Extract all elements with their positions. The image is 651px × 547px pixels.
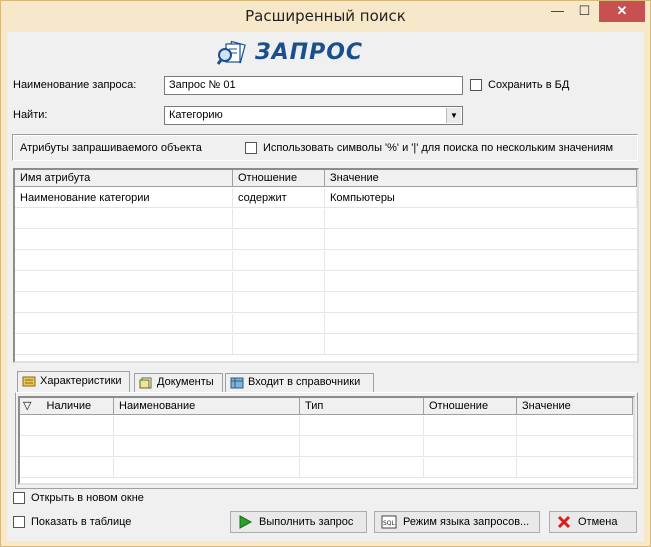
characteristics-panel: ▽ Наличие Наименование Тип Отношение Зна… bbox=[15, 392, 638, 489]
column-header-availability[interactable]: ▽ Наличие bbox=[20, 398, 114, 415]
attributes-table[interactable]: Имя атрибута Отношение Значение Наименов… bbox=[13, 168, 639, 363]
table-row[interactable] bbox=[15, 251, 637, 271]
svg-text:SQL: SQL bbox=[383, 520, 396, 527]
cancel-button[interactable]: Отмена bbox=[549, 511, 637, 533]
logo-title: ЗАПРОС bbox=[255, 40, 364, 65]
table-row[interactable] bbox=[20, 416, 633, 436]
column-header-type[interactable]: Тип bbox=[300, 398, 424, 415]
query-language-mode-label: Режим языка запросов... bbox=[403, 516, 530, 528]
minimize-button[interactable]: — bbox=[544, 1, 571, 22]
column-header-availability-label: Наличие bbox=[46, 400, 92, 412]
relation-cell[interactable]: содержит bbox=[233, 188, 325, 208]
title-bar[interactable]: Расширенный поиск — ☐ ✕ bbox=[1, 1, 650, 32]
magnifier-docs-icon bbox=[217, 40, 246, 65]
tab-characteristics-label: Характеристики bbox=[40, 375, 122, 387]
tab-catalogs[interactable]: Входит в справочники bbox=[225, 373, 374, 392]
characteristics-icon bbox=[22, 376, 36, 387]
sql-icon: SQL bbox=[381, 515, 397, 529]
column-header-value[interactable]: Значение bbox=[517, 398, 633, 415]
table-row[interactable] bbox=[15, 314, 637, 334]
column-header-name[interactable]: Наименование bbox=[114, 398, 300, 415]
chevron-down-icon[interactable]: ▼ bbox=[446, 108, 461, 123]
wildcard-checkbox[interactable] bbox=[245, 142, 257, 154]
find-select[interactable]: Категорию ▼ bbox=[164, 106, 463, 125]
tab-catalogs-label: Входит в справочники bbox=[248, 376, 361, 388]
open-new-window-label: Открыть в новом окне bbox=[31, 492, 144, 504]
table-row[interactable] bbox=[15, 230, 637, 250]
attributes-group-label: Атрибуты запрашиваемого объекта bbox=[20, 142, 202, 154]
column-header-relation[interactable]: Отношение bbox=[424, 398, 517, 415]
column-header-value[interactable]: Значение bbox=[325, 170, 637, 187]
column-header-relation[interactable]: Отношение bbox=[233, 170, 325, 187]
documents-icon bbox=[139, 377, 152, 389]
table-row[interactable] bbox=[15, 293, 637, 313]
value-cell[interactable]: Компьютеры bbox=[325, 188, 637, 208]
table-row[interactable]: Наименование категории содержит Компьюте… bbox=[15, 188, 637, 208]
table-row[interactable] bbox=[15, 335, 637, 355]
play-icon bbox=[239, 515, 253, 529]
attributes-group: Атрибуты запрашиваемого объекта Использо… bbox=[12, 134, 638, 161]
sort-indicator-icon: ▽ bbox=[23, 400, 32, 412]
table-row[interactable] bbox=[15, 209, 637, 229]
show-in-table-checkbox[interactable] bbox=[13, 516, 25, 528]
close-button[interactable]: ✕ bbox=[599, 1, 645, 22]
characteristics-table-header: ▽ Наличие Наименование Тип Отношение Зна… bbox=[20, 398, 633, 415]
open-new-window-checkbox[interactable] bbox=[13, 492, 25, 504]
run-query-label: Выполнить запрос bbox=[259, 516, 354, 528]
cancel-x-icon bbox=[557, 515, 571, 529]
maximize-button[interactable]: ☐ bbox=[571, 1, 598, 22]
query-language-mode-button[interactable]: SQL Режим языка запросов... bbox=[374, 511, 540, 533]
tab-characteristics[interactable]: Характеристики bbox=[17, 371, 130, 392]
attribute-name-cell[interactable]: Наименование категории bbox=[15, 188, 233, 208]
dialog-body: ЗАПРОС Наименование запроса: Запрос № 01… bbox=[7, 32, 644, 541]
advanced-search-window: Расширенный поиск — ☐ ✕ ЗАПРОС Наименова… bbox=[0, 0, 651, 547]
table-row[interactable] bbox=[20, 458, 633, 478]
tab-documents-label: Документы bbox=[157, 376, 214, 388]
query-name-label: Наименование запроса: bbox=[13, 79, 137, 91]
wildcard-label: Использовать символы '%' и '|' для поиск… bbox=[263, 142, 614, 154]
column-header-attribute-name[interactable]: Имя атрибута bbox=[15, 170, 233, 187]
save-to-db-label: Сохранить в БД bbox=[488, 79, 570, 91]
find-label: Найти: bbox=[13, 109, 48, 121]
table-row[interactable] bbox=[20, 437, 633, 457]
find-select-value: Категорию bbox=[169, 109, 223, 121]
show-in-table-label: Показать в таблице bbox=[31, 516, 132, 528]
catalogs-icon bbox=[230, 377, 244, 389]
characteristics-table[interactable]: ▽ Наличие Наименование Тип Отношение Зна… bbox=[18, 396, 635, 485]
tab-documents[interactable]: Документы bbox=[134, 373, 223, 392]
save-to-db-checkbox[interactable] bbox=[470, 79, 482, 91]
cancel-label: Отмена bbox=[578, 516, 618, 528]
attributes-table-header: Имя атрибута Отношение Значение bbox=[15, 170, 637, 187]
table-row[interactable] bbox=[15, 272, 637, 292]
run-query-button[interactable]: Выполнить запрос bbox=[230, 511, 367, 533]
query-name-input[interactable]: Запрос № 01 bbox=[164, 76, 463, 95]
